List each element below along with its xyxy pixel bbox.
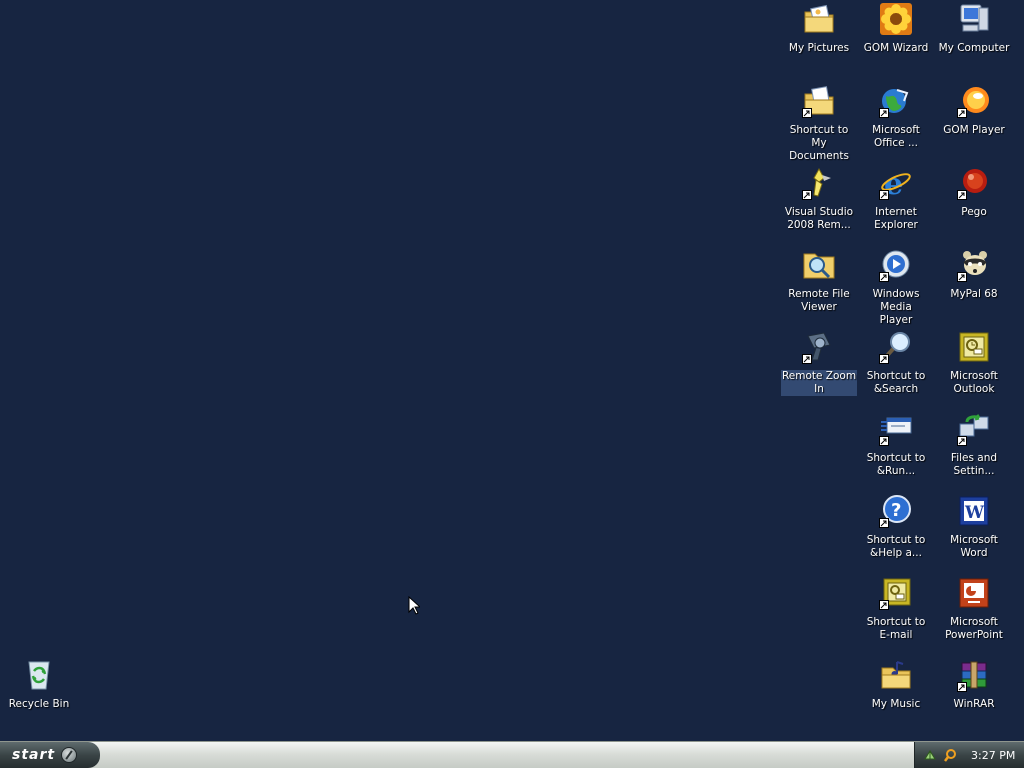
desktop-icon-internet-explorer[interactable]: e Internet Explorer [857, 166, 935, 232]
office-globe-icon [879, 84, 913, 118]
shortcut-arrow-icon [957, 190, 967, 200]
desktop-icon-gom-player[interactable]: GOM Player [935, 84, 1013, 137]
shortcut-arrow-icon [879, 518, 889, 528]
desktop-icon-winrar[interactable]: WinRAR [935, 658, 1013, 711]
desktop-icon-microsoft-office[interactable]: Microsoft Office ... [857, 84, 935, 150]
run-dialog-icon [879, 412, 913, 446]
shortcut-arrow-icon [879, 190, 889, 200]
help-icon: ? [879, 494, 913, 528]
sunflower-icon [879, 2, 913, 36]
computer-icon [957, 2, 991, 36]
shortcut-arrow-icon [957, 108, 967, 118]
shortcut-arrow-icon [879, 354, 889, 364]
desktop-icon-microsoft-outlook[interactable]: Microsoft Outlook [935, 330, 1013, 396]
shortcut-arrow-icon [879, 108, 889, 118]
shortcut-arrow-icon [879, 600, 889, 610]
shortcut-arrow-icon [957, 682, 967, 692]
svg-text:?: ? [891, 500, 901, 521]
network-icon[interactable] [923, 748, 937, 762]
clock[interactable]: 3:27 PM [971, 749, 1015, 762]
desktop-icon-my-pictures[interactable]: My Pictures [780, 2, 858, 55]
desktop-icon-windows-media-player[interactable]: Windows Media Player [857, 248, 935, 327]
email-icon [879, 576, 913, 610]
pego-ball-icon [957, 166, 991, 200]
desktop-icon-pego[interactable]: Pego [935, 166, 1013, 219]
desktop-icon-gom-wizard[interactable]: GOM Wizard [857, 2, 935, 55]
desktop-icon-mypal[interactable]: MyPal 68 [935, 248, 1013, 301]
powerpoint-icon [957, 576, 991, 610]
zoom-camera-icon [802, 330, 836, 364]
desktop-icon-visual-studio[interactable]: Visual Studio 2008 Rem... [780, 166, 858, 232]
start-orb-icon [61, 747, 78, 763]
desktop-icon-remote-zoom-in[interactable]: Remote Zoom In [780, 330, 858, 396]
shortcut-arrow-icon [802, 108, 812, 118]
desktop-icon-microsoft-word[interactable]: W Microsoft Word [935, 494, 1013, 560]
folder-documents-icon [802, 84, 836, 118]
start-label: start [12, 747, 56, 763]
files-transfer-icon [957, 412, 991, 446]
folder-magnifier-icon [802, 248, 836, 282]
desktop-icon-shortcut-search[interactable]: Shortcut to &Search [857, 330, 935, 396]
taskbar: start 3:27 PM [0, 741, 1024, 768]
media-player-icon [879, 248, 913, 282]
desktop-icon-shortcut-my-documents[interactable]: Shortcut to My Documents [780, 84, 858, 163]
recycle-bin-icon [22, 658, 56, 692]
desktop-icon-shortcut-help[interactable]: ? Shortcut to &Help a... [857, 494, 935, 560]
search-magnifier-icon [879, 330, 913, 364]
shortcut-arrow-icon [802, 354, 812, 364]
word-icon: W [957, 494, 991, 528]
desktop-icon-recycle-bin[interactable]: Recycle Bin [0, 658, 78, 711]
start-button[interactable]: start [0, 742, 100, 768]
desktop-icon-shortcut-email[interactable]: Shortcut to E-mail [857, 576, 935, 642]
desktop-icon-remote-file-viewer[interactable]: Remote File Viewer [780, 248, 858, 314]
shortcut-arrow-icon [879, 436, 889, 446]
svg-text:W: W [964, 503, 985, 523]
folder-music-icon [879, 658, 913, 692]
internet-explorer-icon: e [879, 166, 913, 200]
shortcut-arrow-icon [957, 436, 967, 446]
visual-studio-icon [802, 166, 836, 200]
folder-pictures-icon [802, 2, 836, 36]
desktop-icon-my-music[interactable]: My Music [857, 658, 935, 711]
desktop-icon-microsoft-powerpoint[interactable]: Microsoft PowerPoint [935, 576, 1013, 642]
raccoon-icon [957, 248, 991, 282]
outlook-icon [957, 330, 991, 364]
desktop-icon-my-computer[interactable]: My Computer [935, 2, 1013, 55]
desktop-icon-shortcut-run[interactable]: Shortcut to &Run... [857, 412, 935, 478]
desktop-icon-files-and-settings[interactable]: Files and Settin... [935, 412, 1013, 478]
shortcut-arrow-icon [879, 272, 889, 282]
desktop[interactable]: My Pictures GOM Wizard My Computer Short… [0, 0, 1024, 742]
gom-player-icon [957, 84, 991, 118]
search-icon[interactable] [943, 748, 957, 762]
system-tray: 3:27 PM [914, 742, 1024, 768]
shortcut-arrow-icon [957, 272, 967, 282]
winrar-icon [957, 658, 991, 692]
mouse-cursor-icon [408, 596, 420, 615]
shortcut-arrow-icon [802, 190, 812, 200]
